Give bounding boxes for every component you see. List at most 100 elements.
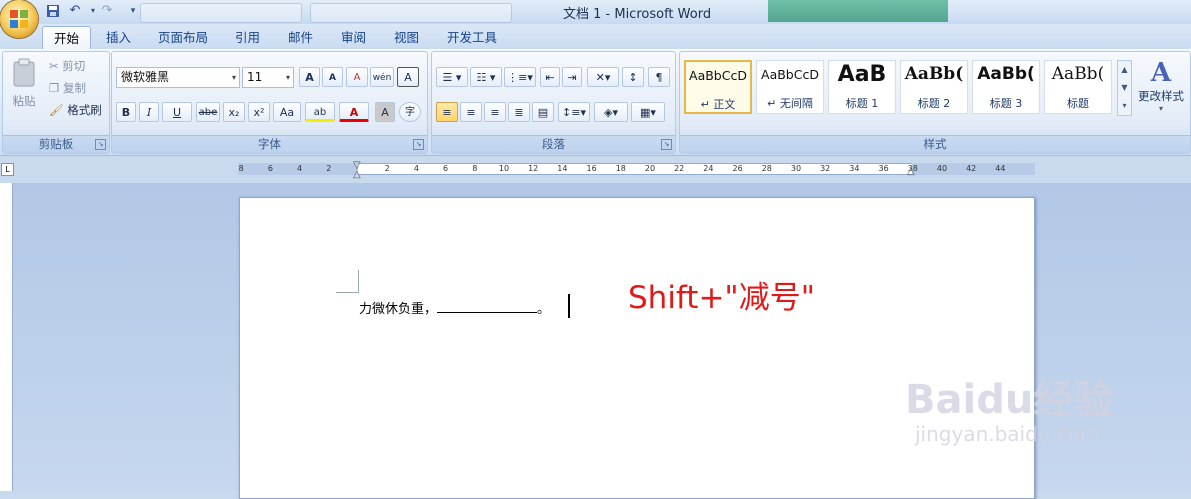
ruler-number: 24 [703,164,714,173]
cut-button[interactable]: ✂ 剪切 [49,58,85,74]
style-heading-3[interactable]: AaBb( 标题 3 [972,60,1040,114]
align-left-icon: ≡ [442,106,452,119]
document-text[interactable]: 力微休负重， 。 [359,298,550,317]
superscript-button[interactable]: x² [248,102,270,122]
underline-button[interactable]: U [162,102,192,122]
right-indent-icon[interactable]: △ [907,166,915,177]
style-heading-1[interactable]: AaB 标题 1 [828,60,896,114]
sort-button[interactable]: ↕ [622,67,644,87]
ruler-number: 20 [644,164,656,173]
align-left-button[interactable]: ≡ [436,102,458,122]
ruler-number: 16 [586,164,597,173]
grow-font-button[interactable]: A [299,67,320,87]
character-shading-button[interactable]: A [375,102,395,122]
style-title[interactable]: AaBb( 标题 [1044,60,1112,114]
ruler-number: 8 [472,164,478,173]
ruler-number: 34 [849,164,860,173]
align-center-button[interactable]: ≡ [460,102,482,122]
bullets-button[interactable]: ☰ ▾ [436,67,468,87]
chevron-down-icon[interactable]: ▼ [1118,79,1131,97]
clipboard-launcher-icon[interactable]: ↘ [95,139,106,150]
paste-button[interactable]: 粘贴 [7,58,41,118]
subscript-button[interactable]: x₂ [223,102,245,122]
save-icon[interactable] [44,2,62,20]
clear-format-button[interactable]: A [346,67,368,87]
enclose-characters-button[interactable]: 字 [399,102,421,122]
change-styles-button[interactable]: A 更改样式 ▾ [1135,58,1187,128]
watermark-url: jingyan.baidu.com [915,422,1100,446]
phonetic-guide-button[interactable]: wén [370,67,394,87]
ribbon-tabs: 开始 插入 页面布局 引用 邮件 审阅 视图 开发工具 [0,24,1191,50]
font-launcher-icon[interactable]: ↘ [413,139,424,150]
font-size-combo[interactable]: 11 ▾ [242,67,294,88]
chinese-layout-button[interactable]: ✕▾ [587,67,619,87]
undo-icon[interactable]: ↶ [66,2,84,20]
vertical-ruler[interactable] [0,183,13,491]
customize-icon[interactable]: ▾ [124,2,142,20]
more-icon[interactable]: ▾ [1118,97,1131,115]
shading-button[interactable]: ◈▾ [594,102,628,122]
redo-icon[interactable]: ↷ [98,2,116,20]
ruler-number: 40 [936,164,948,173]
styles-group-label: 样式 [680,135,1190,153]
ribbon: 粘贴 ✂ 剪切 ❐ 复制 🖌 格式刷 剪贴板 ↘ 微软雅黑 ▾ 11 ▾ A A A… [0,49,1191,156]
tab-view[interactable]: 视图 [383,26,430,49]
pilcrow-icon: ¶ [655,71,663,84]
style-name: 标题 [1067,97,1089,110]
multilevel-list-button[interactable]: ⋮≡▾ [504,67,536,87]
borders-button[interactable]: ▦▾ [631,102,665,122]
style-normal[interactable]: AaBbCcD ↵ 正文 [684,60,752,114]
paragraph-group: ☰ ▾ ☷ ▾ ⋮≡▾ ⇤ ⇥ ✕▾ ↕ ¶ ≡ ≡ ≡ ≣ ▤ ↕≡▾ ◈▾ … [431,51,676,154]
character-border-button[interactable]: A [397,67,419,87]
tab-home[interactable]: 开始 [42,26,92,50]
strikethrough-button[interactable]: abe [196,102,220,122]
increase-indent-button[interactable]: ⇥ [562,67,582,87]
line-spacing-button[interactable]: ↕≡▾ [558,102,590,122]
chevron-up-icon[interactable]: ▲ [1118,61,1131,79]
text-cursor [568,294,570,318]
italic-button[interactable]: I [139,102,159,122]
change-case-button[interactable]: Aa [273,102,301,122]
style-no-spacing[interactable]: AaBbCcD ↵ 无间隔 [756,60,824,114]
copy-button[interactable]: ❐ 复制 [49,80,86,96]
justify-button[interactable]: ≣ [508,102,530,122]
tab-insert[interactable]: 插入 [95,26,142,49]
styles-gallery-scroll[interactable]: ▲ ▼ ▾ [1117,60,1132,116]
tab-developer[interactable]: 开发工具 [436,26,508,49]
numbering-button[interactable]: ☷ ▾ [470,67,502,87]
tab-page-layout[interactable]: 页面布局 [147,26,219,49]
copy-label: 复制 [62,81,86,95]
style-heading-2[interactable]: AaBb( 标题 2 [900,60,968,114]
ruler-number: 2 [384,164,390,173]
tab-mailings[interactable]: 邮件 [277,26,324,49]
baidu-watermark: Baidu经验 jingyan.baidu.com [905,378,1113,446]
tab-references[interactable]: 引用 [224,26,271,49]
paragraph-launcher-icon[interactable]: ↘ [661,139,672,150]
style-sample: AaBbCcD [689,68,747,83]
tab-selector-icon[interactable]: L [1,163,14,176]
font-color-button[interactable]: A [339,102,369,122]
format-painter-button[interactable]: 🖌 格式刷 [49,102,102,118]
align-right-button[interactable]: ≡ [484,102,506,122]
office-button[interactable] [0,0,38,38]
decrease-indent-button[interactable]: ⇤ [540,67,560,87]
clipboard-group: 粘贴 ✂ 剪切 ❐ 复制 🖌 格式刷 剪贴板 ↘ [2,51,110,154]
annotation-text: Shift+"减号" [628,280,815,316]
hanging-indent-icon[interactable]: △ [353,169,361,180]
show-marks-button[interactable]: ¶ [648,67,670,87]
ruler-number: 18 [615,164,626,173]
ruler-number: 36 [878,164,889,173]
tab-review[interactable]: 审阅 [330,26,377,49]
borders-icon: ▦▾ [640,106,656,119]
highlight-button[interactable]: ab [305,102,335,122]
bold-button[interactable]: B [116,102,136,122]
justify-icon: ≣ [514,106,524,119]
document-page[interactable] [239,197,1035,499]
distributed-button[interactable]: ▤ [532,102,554,122]
bullet-list-icon: ☰ ▾ [442,71,462,84]
font-name-combo[interactable]: 微软雅黑 ▾ [116,67,240,88]
shrink-font-button[interactable]: A [322,67,343,87]
scissors-icon: ✂ [49,59,59,73]
chevron-down-icon: ▾ [285,73,290,82]
chevron-down-icon: ▾ [1158,104,1163,113]
